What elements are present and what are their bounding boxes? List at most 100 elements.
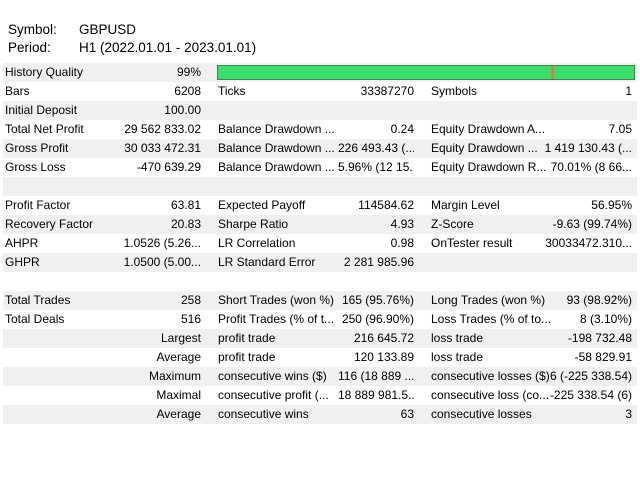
value-col2: 120 133.89: [353, 350, 414, 364]
value-col3: [543, 177, 632, 196]
value-col2: [338, 272, 414, 291]
stats-row: Total Net Profit 29 562 833.02 Balance Dra…: [3, 120, 637, 139]
label-col2: Profit Trades (% of t...: [218, 312, 335, 326]
stats-row: Maximal consecutive profit (... 18 889 981…: [3, 386, 637, 405]
label-col2: [218, 272, 338, 291]
value-col3: -58 829.91: [574, 350, 632, 364]
value-col1: [103, 424, 201, 443]
label-col3: loss trade: [431, 331, 484, 345]
value-col2: 18 889 981.5...: [338, 388, 414, 402]
label-col3: consecutive loss (co...: [431, 388, 550, 402]
symbol-value: GBPUSD: [79, 22, 137, 37]
period-value: H1 (2022.01.01 - 2023.01.01): [79, 40, 257, 55]
value-col3: 93 (98.92%): [566, 293, 632, 307]
value-col1: [103, 177, 201, 196]
value-col2: 165 (95.76%): [341, 293, 414, 307]
value-col1: Maximal: [156, 388, 201, 402]
period-line: Period: H1 (2022.01.01 - 2023.01.01): [8, 40, 256, 56]
stats-row: Total Trades 258 Short Trades (won %) 165 (…: [3, 291, 637, 310]
label-col2: profit trade: [218, 350, 276, 364]
value-col1: 63.81: [170, 198, 201, 212]
history-quality-row: History Quality 99%: [3, 63, 637, 82]
label-col3: Z-Score: [431, 217, 474, 231]
value-col2: 250 (96.90%): [341, 312, 414, 326]
label-col3: [431, 253, 553, 272]
stats-row: Profit Factor 63.81 Expected Payoff 114584.…: [3, 196, 637, 215]
label-col2: [218, 424, 338, 443]
label-col3: consecutive losses: [431, 407, 532, 421]
value-col3: [543, 424, 632, 443]
label-col2: Balance Drawdown ...: [218, 122, 335, 136]
history-quality-marker: [551, 66, 554, 79]
label-col2: Balance Drawdown ...: [218, 160, 335, 174]
value-col1: 100.00: [164, 103, 201, 117]
value-col2: 2 281 985.96: [343, 255, 414, 269]
value-col3: -198 732.48: [567, 331, 632, 345]
label-col3: OnTester result: [431, 236, 513, 250]
stats-row: Gross Loss -470 639.29 Balance Drawdown ..…: [3, 158, 637, 177]
value-col3: 1: [625, 84, 632, 98]
stats-row: Initial Deposit 100.00: [3, 101, 637, 120]
value-col1: 1.0526 (5.26...: [123, 236, 201, 250]
symbol-label: Symbol:: [8, 22, 57, 37]
label-col2: consecutive wins ($): [218, 369, 327, 383]
label-col2: Ticks: [218, 84, 246, 98]
stats-row: [3, 177, 637, 196]
label-col2: Expected Payoff: [218, 198, 306, 212]
value-col3: 7.05: [608, 122, 632, 136]
label-col2: consecutive wins: [218, 407, 309, 421]
label-col3: consecutive losses ($): [431, 369, 550, 383]
symbol-line: Symbol: GBPUSD: [8, 22, 136, 38]
value-col3: 8 (3.10%): [579, 312, 632, 326]
value-col1: Average: [156, 350, 201, 364]
value-col2: 0.24: [390, 122, 414, 136]
label-col3: Loss Trades (% of to...: [431, 312, 552, 326]
value-col2: 0.98: [390, 236, 414, 250]
value-col1: 258: [180, 293, 201, 307]
value-col1: 20.83: [170, 217, 201, 231]
value-col1: Largest: [160, 331, 201, 345]
value-col3: 70.01% (8 66...: [550, 160, 632, 174]
value-col1: 516: [180, 312, 201, 326]
value-col3: 6 (-225 338.54): [549, 369, 632, 383]
value-col3: [543, 272, 632, 291]
value-col2: 114584.62: [358, 198, 414, 212]
stats-row: GHPR 1.0500 (5.00... LR Standard Error 2 28…: [3, 253, 637, 272]
value-col3: 30033472.310...: [545, 236, 632, 250]
label-col2: LR Correlation: [218, 236, 296, 250]
value-col3: -9.63 (99.74%): [552, 217, 632, 231]
stats-row: [3, 424, 637, 443]
label-col2: Sharpe Ratio: [218, 217, 289, 231]
stats-row: Recovery Factor 20.83 Sharpe Ratio 4.93 Z-Sc…: [3, 215, 637, 234]
label-col3: loss trade: [431, 350, 484, 364]
stats-row: [3, 272, 637, 291]
label-col3: [431, 101, 553, 120]
value-col3: [543, 101, 632, 120]
stats-row: AHPR 1.0526 (5.26... LR Correlation 0.98 OnT…: [3, 234, 637, 253]
value-col2: 216 645.72: [353, 331, 414, 345]
stats-row: Largest profit trade 216 645.72 loss trade -…: [3, 329, 637, 348]
history-quality-value: 99%: [176, 65, 201, 79]
label-col2: profit trade: [218, 331, 276, 345]
stats-row: Bars 6208 Ticks 33387270 Symbols 1: [3, 82, 637, 101]
stats-row: Gross Profit 30 033 472.31 Balance Drawdow…: [3, 139, 637, 158]
label-col3: Long Trades (won %): [431, 293, 546, 307]
value-col1: 30 033 472.31: [124, 141, 201, 155]
value-col1: Average: [156, 407, 201, 421]
period-label: Period:: [8, 40, 51, 55]
value-col2: [338, 101, 414, 120]
value-col1: [103, 272, 201, 291]
label-col3: Equity Drawdown ...: [431, 141, 538, 155]
value-col2: 33387270: [360, 84, 414, 98]
value-col3: -225 338.54 (6): [549, 388, 632, 402]
stats-row: Maximum consecutive wins ($) 116 (18 889 .…: [3, 367, 637, 386]
label-col2: Balance Drawdown ...: [218, 141, 335, 155]
label-col3: Margin Level: [431, 198, 500, 212]
label-col3: [431, 424, 553, 443]
stats-row: Total Deals 516 Profit Trades (% of t... 25…: [3, 310, 637, 329]
value-col3: [543, 253, 632, 272]
value-col2: 5.96% (12 15...: [338, 160, 414, 174]
value-col1: Maximum: [148, 369, 201, 383]
label-col3: Symbols: [431, 84, 478, 98]
value-col2: 4.93: [390, 217, 414, 231]
